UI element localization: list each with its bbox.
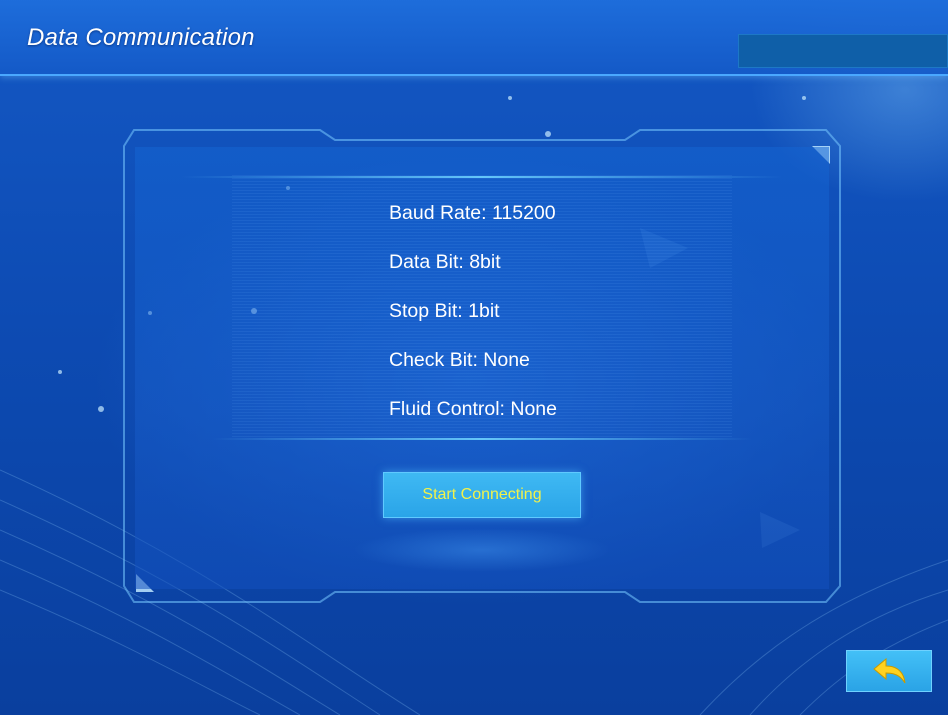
start-connecting-button[interactable]: Start Connecting: [383, 472, 581, 518]
communication-settings-list: Baud Rate: 115200 Data Bit: 8bit Stop Bi…: [389, 198, 557, 443]
header-bar: Data Communication: [0, 0, 948, 76]
back-button[interactable]: [846, 650, 932, 692]
button-glow: [352, 528, 612, 572]
stop-bit-setting: Stop Bit: 1bit: [389, 300, 500, 322]
divider-top: [182, 176, 782, 178]
fluid-control-setting: Fluid Control: None: [389, 398, 557, 420]
page-title: Data Communication: [27, 24, 255, 51]
header-status-box: [738, 34, 948, 68]
baud-rate-setting: Baud Rate: 115200: [389, 202, 556, 224]
check-bit-setting: Check Bit: None: [389, 349, 530, 371]
back-arrow-icon: [873, 658, 906, 684]
data-bit-setting: Data Bit: 8bit: [389, 251, 501, 273]
screen: Data Communication Baud Rate: 115200 Dat…: [0, 0, 948, 715]
